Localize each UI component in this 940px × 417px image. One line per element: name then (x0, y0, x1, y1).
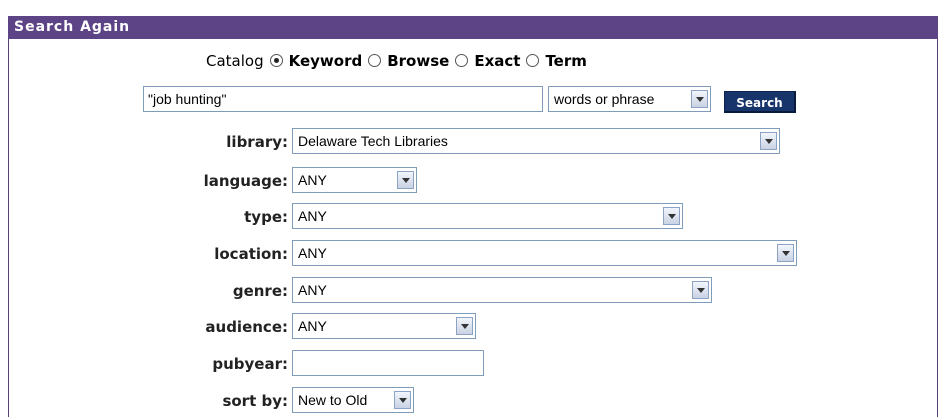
search-mode-row: Catalog Keyword Browse Exact Term (206, 52, 587, 70)
match-type-select[interactable]: words or phrase (548, 86, 711, 112)
catalog-label: Catalog (206, 52, 264, 70)
library-label: library: (226, 133, 288, 151)
chevron-down-icon[interactable] (777, 244, 794, 262)
sortby-value: New to Old (298, 392, 368, 408)
radio-keyword-label[interactable]: Keyword (289, 52, 363, 70)
radio-keyword[interactable] (269, 54, 283, 67)
search-input[interactable]: "job hunting" (143, 86, 543, 112)
library-select[interactable]: Delaware Tech Libraries (292, 128, 780, 154)
chevron-down-icon[interactable] (394, 391, 411, 409)
audience-value: ANY (298, 318, 327, 334)
location-value: ANY (298, 245, 327, 261)
panel-title: Search Again (14, 19, 131, 35)
language-select[interactable]: ANY (292, 167, 417, 193)
library-value: Delaware Tech Libraries (298, 133, 448, 149)
chevron-down-icon[interactable] (663, 207, 680, 225)
radio-term[interactable] (526, 54, 540, 67)
radio-exact[interactable] (455, 54, 469, 67)
genre-select[interactable]: ANY (292, 277, 712, 303)
chevron-down-icon[interactable] (692, 281, 709, 299)
chevron-down-icon[interactable] (691, 90, 708, 108)
type-label: type: (244, 208, 288, 226)
sortby-select[interactable]: New to Old (292, 387, 414, 413)
radio-browse-label[interactable]: Browse (387, 52, 449, 70)
type-value: ANY (298, 208, 327, 224)
chevron-down-icon[interactable] (397, 171, 414, 189)
pubyear-input[interactable] (292, 350, 484, 376)
location-select[interactable]: ANY (292, 240, 797, 266)
sortby-label: sort by: (222, 392, 288, 410)
language-label: language: (203, 172, 288, 190)
audience-label: audience: (205, 318, 288, 336)
genre-value: ANY (298, 282, 327, 298)
genre-label: genre: (232, 282, 288, 300)
language-value: ANY (298, 172, 327, 188)
radio-exact-label[interactable]: Exact (474, 52, 520, 70)
pubyear-label: pubyear: (212, 355, 288, 373)
location-label: location: (214, 245, 288, 263)
search-button[interactable]: Search (724, 91, 796, 113)
match-type-value: words or phrase (554, 91, 655, 107)
type-select[interactable]: ANY (292, 203, 683, 229)
radio-browse[interactable] (368, 54, 382, 67)
chevron-down-icon[interactable] (760, 132, 777, 150)
chevron-down-icon[interactable] (456, 317, 473, 335)
panel-header: Search Again (8, 16, 938, 39)
radio-term-label[interactable]: Term (545, 52, 586, 70)
audience-select[interactable]: ANY (292, 313, 476, 339)
